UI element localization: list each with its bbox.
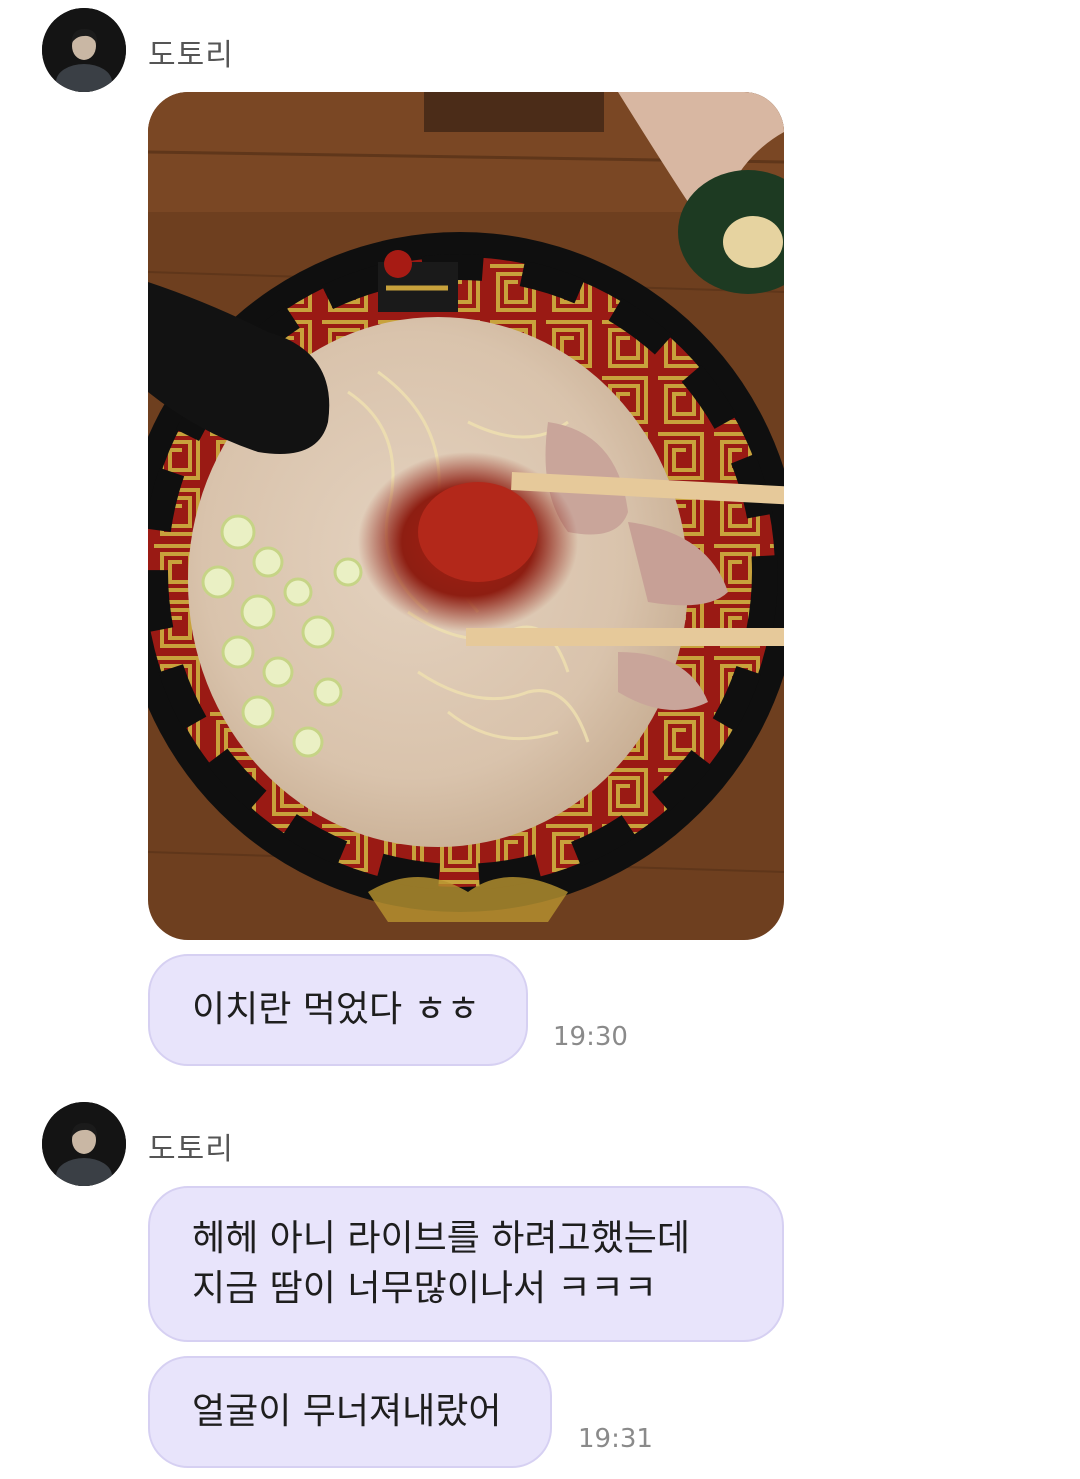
message-text: 이치란 먹었다 ㅎㅎ [192, 989, 480, 1030]
sender-name: 도토리 [148, 38, 234, 73]
avatar-image [42, 8, 126, 92]
avatar[interactable] [42, 8, 126, 92]
message-bubble[interactable]: 헤헤 아니 라이브를 하려고했는데 지금 땀이 너무많이나서 ㅋㅋㅋ [148, 1186, 784, 1342]
message-timestamp: 19:31 [578, 1424, 653, 1454]
message-text-line: 지금 땀이 너무많이나서 ㅋㅋㅋ [192, 1268, 657, 1309]
ramen-bowl-image [148, 92, 784, 940]
message-bubble[interactable]: 얼굴이 무너져내랐어 [148, 1356, 552, 1468]
message-text: 얼굴이 무너져내랐어 [192, 1391, 502, 1432]
avatar-image [42, 1102, 126, 1186]
message-bubble[interactable]: 이치란 먹었다 ㅎㅎ [148, 954, 528, 1066]
sender-name: 도토리 [148, 1132, 234, 1167]
message-text-line: 헤헤 아니 라이브를 하려고했는데 [192, 1218, 691, 1259]
message-timestamp: 19:30 [553, 1022, 628, 1052]
avatar[interactable] [42, 1102, 126, 1186]
ramen-photo[interactable] [148, 92, 784, 940]
